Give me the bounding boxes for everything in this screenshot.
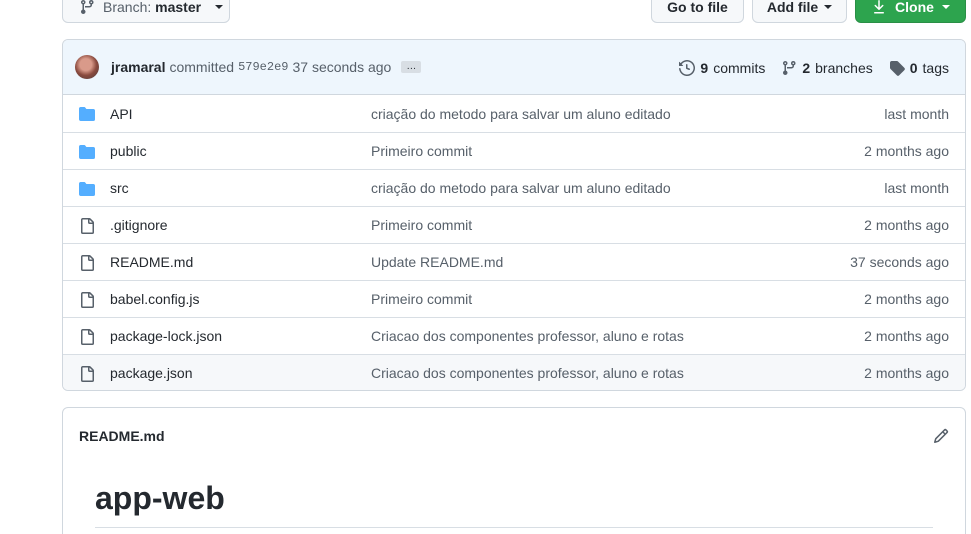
history-icon bbox=[679, 59, 696, 76]
commit-time: 37 seconds ago bbox=[292, 59, 392, 75]
file-rows: API criação do metodo para salvar um alun… bbox=[63, 95, 965, 390]
file-commit-age: 2 months ago bbox=[864, 365, 949, 381]
commits-count: 9 bbox=[700, 59, 709, 76]
file-commit-age: 37 seconds ago bbox=[850, 254, 949, 270]
file-listing: jramaral committed 579e2e9 37 seconds ag… bbox=[62, 39, 966, 391]
pencil-icon[interactable] bbox=[933, 428, 949, 444]
branch-name: master bbox=[155, 0, 202, 15]
chevron-down-icon bbox=[941, 5, 950, 9]
chevron-down-icon bbox=[824, 5, 833, 9]
latest-commit-bar: jramaral committed 579e2e9 37 seconds ag… bbox=[63, 40, 965, 95]
tags-count: 0 bbox=[909, 59, 918, 76]
folder-icon bbox=[79, 144, 95, 160]
branches-label: branches bbox=[815, 59, 873, 76]
tags-link[interactable]: 0 tags bbox=[889, 60, 949, 76]
file-icon bbox=[79, 329, 95, 345]
tags-label: tags bbox=[922, 59, 949, 76]
clone-label: Clone bbox=[895, 0, 934, 15]
file-commit-age: 2 months ago bbox=[864, 328, 949, 344]
file-row[interactable]: src criação do metodo para salvar um alun… bbox=[63, 169, 965, 206]
file-commit-age: last month bbox=[884, 105, 949, 122]
add-file-button[interactable]: Add file bbox=[752, 0, 847, 23]
folder-icon bbox=[79, 106, 95, 122]
clone-button[interactable]: Clone bbox=[855, 0, 966, 23]
file-row[interactable]: babel.config.js Primeiro commit 2 months a… bbox=[63, 280, 965, 317]
file-icon bbox=[79, 366, 95, 382]
file-row[interactable]: API criação do metodo para salvar um alun… bbox=[63, 95, 965, 132]
go-to-file-label: Go to file bbox=[667, 0, 728, 15]
file-row[interactable]: .gitignore Primeiro commit 2 months ago bbox=[63, 206, 965, 243]
branch-select-button[interactable]: Branch: master bbox=[62, 0, 230, 23]
commit-verb: committed bbox=[169, 59, 235, 75]
file-commit-message-link[interactable]: Primeiro commit bbox=[371, 143, 472, 159]
avatar[interactable] bbox=[75, 55, 99, 79]
file-icon bbox=[79, 292, 95, 308]
file-row[interactable]: public Primeiro commit 2 months ago bbox=[63, 132, 965, 169]
file-name-link[interactable]: package.json bbox=[110, 365, 193, 381]
file-commit-message-link[interactable]: Criacao dos componentes professor, aluno… bbox=[371, 365, 684, 381]
file-commit-message-link[interactable]: Primeiro commit bbox=[371, 217, 472, 233]
readme-heading: app-web bbox=[95, 480, 225, 516]
add-file-label: Add file bbox=[766, 0, 819, 15]
download-icon bbox=[874, 0, 885, 14]
repo-stats: 9 commits 2 branches 0 tags bbox=[679, 40, 949, 95]
file-icon bbox=[79, 218, 95, 234]
git-branch-icon bbox=[81, 0, 94, 14]
commit-author-link[interactable]: jramaral bbox=[111, 59, 165, 75]
readme-header: README.md bbox=[63, 408, 965, 464]
file-name-link[interactable]: README.md bbox=[110, 254, 193, 270]
commits-link[interactable]: 9 commits bbox=[679, 60, 765, 76]
file-name-link[interactable]: package-lock.json bbox=[110, 328, 222, 344]
commit-sha-link[interactable]: 579e2e9 bbox=[238, 60, 288, 74]
file-commit-age: last month bbox=[884, 180, 949, 196]
file-row[interactable]: package-lock.json Criacao dos componentes… bbox=[63, 317, 965, 354]
file-commit-message-link[interactable]: Criacao dos componentes professor, aluno… bbox=[371, 328, 684, 344]
heading-divider bbox=[95, 527, 933, 528]
file-commit-message-link[interactable]: Update README.md bbox=[371, 254, 503, 270]
file-name-link[interactable]: src bbox=[110, 180, 129, 196]
branches-count: 2 bbox=[802, 59, 811, 76]
file-row[interactable]: README.md Update README.md 37 seconds ago bbox=[63, 243, 965, 280]
file-commit-age: 2 months ago bbox=[864, 291, 949, 307]
file-commit-age: 2 months ago bbox=[864, 143, 949, 159]
file-name-link[interactable]: public bbox=[110, 143, 147, 159]
file-name-link[interactable]: babel.config.js bbox=[110, 291, 200, 307]
file-row[interactable]: package.json Criacao dos componentes prof… bbox=[63, 354, 965, 390]
commit-message-expand-button[interactable]: … bbox=[401, 61, 422, 73]
file-icon bbox=[79, 255, 95, 271]
file-name-link[interactable]: .gitignore bbox=[110, 217, 168, 233]
file-commit-age: 2 months ago bbox=[864, 217, 949, 233]
git-branch-icon bbox=[783, 60, 796, 75]
branches-link[interactable]: 2 branches bbox=[781, 59, 873, 76]
file-commit-message-link[interactable]: criação do metodo para salvar um aluno e… bbox=[371, 106, 671, 122]
tag-icon bbox=[889, 60, 905, 76]
folder-icon bbox=[79, 181, 95, 197]
commits-label: commits bbox=[713, 59, 766, 76]
chevron-down-icon bbox=[215, 5, 224, 9]
go-to-file-button[interactable]: Go to file bbox=[651, 0, 744, 23]
readme-title[interactable]: README.md bbox=[79, 428, 165, 444]
file-commit-message-link[interactable]: Primeiro commit bbox=[371, 291, 472, 307]
file-name-link[interactable]: API bbox=[110, 106, 133, 122]
readme-panel: README.md app-web bbox=[62, 407, 966, 534]
branch-label: Branch: bbox=[103, 0, 152, 15]
file-commit-message-link[interactable]: criação do metodo para salvar um aluno e… bbox=[371, 180, 671, 196]
